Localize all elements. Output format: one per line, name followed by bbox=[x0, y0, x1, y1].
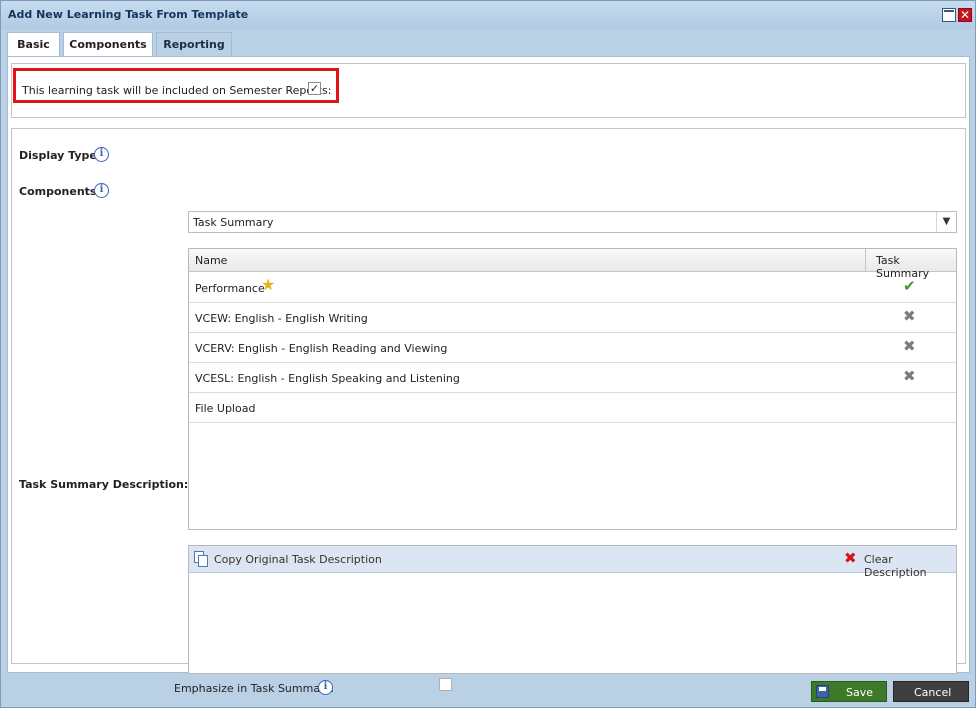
copy-icon[interactable] bbox=[194, 551, 208, 567]
info-icon[interactable]: i bbox=[318, 680, 333, 695]
row-name: VCEW: English - English Writing bbox=[195, 312, 368, 325]
task-summary-description-label: Task Summary Description: bbox=[19, 478, 189, 491]
display-type-label: Display Type: bbox=[19, 149, 102, 162]
cancel-button[interactable]: Cancel bbox=[893, 681, 969, 702]
table-row[interactable]: VCERV: English - English Reading and Vie… bbox=[189, 333, 956, 363]
dialog-window: Add New Learning Task From Template ✕ Ba… bbox=[0, 0, 976, 708]
window-title: Add New Learning Task From Template bbox=[8, 8, 249, 21]
info-icon[interactable]: i bbox=[94, 147, 109, 162]
cancel-label: Cancel bbox=[914, 686, 952, 699]
components-grid: Name Task Summary Performance ★ ✔ VCEW: … bbox=[188, 248, 957, 530]
include-checkbox[interactable]: ✓ bbox=[308, 82, 321, 95]
save-button[interactable]: Save bbox=[811, 681, 887, 702]
editor-toolbar: Copy Original Task Description ✖ Clear D… bbox=[189, 546, 956, 579]
clear-icon[interactable]: ✖ bbox=[844, 551, 857, 566]
copy-description-button[interactable]: Copy Original Task Description bbox=[214, 553, 382, 566]
settings-section: Display Type: i Task Summary ▼ Component… bbox=[11, 128, 966, 695]
description-editor[interactable]: Copy Original Task Description ✖ Clear D… bbox=[188, 545, 957, 674]
x-icon[interactable]: ✖ bbox=[903, 369, 916, 384]
save-label: Save bbox=[846, 686, 874, 699]
tab-basic[interactable]: Basic bbox=[7, 32, 60, 56]
star-icon: ★ bbox=[261, 275, 276, 294]
column-header-name[interactable]: Name bbox=[195, 254, 227, 267]
row-name: VCERV: English - English Reading and Vie… bbox=[195, 342, 448, 355]
x-icon[interactable]: ✖ bbox=[903, 339, 916, 354]
grid-header: Name Task Summary bbox=[189, 249, 956, 280]
maximize-button[interactable] bbox=[942, 8, 956, 22]
row-name: File Upload bbox=[195, 402, 256, 415]
info-icon[interactable]: i bbox=[94, 183, 109, 198]
display-type-value: Task Summary bbox=[193, 216, 274, 229]
close-button[interactable]: ✕ bbox=[958, 8, 972, 22]
chevron-down-icon[interactable]: ▼ bbox=[936, 212, 956, 232]
table-row[interactable]: VCEW: English - English Writing ✖ bbox=[189, 303, 956, 333]
emphasize-checkbox[interactable] bbox=[439, 678, 452, 691]
include-section: This learning task will be included on S… bbox=[11, 63, 966, 118]
clear-description-button[interactable]: Clear Description bbox=[864, 553, 956, 579]
column-divider bbox=[865, 249, 866, 272]
save-icon bbox=[816, 685, 829, 698]
table-row[interactable]: VCESL: English - English Speaking and Li… bbox=[189, 363, 956, 393]
row-name: VCESL: English - English Speaking and Li… bbox=[195, 372, 460, 385]
check-icon[interactable]: ✔ bbox=[903, 279, 916, 294]
tab-components[interactable]: Components bbox=[63, 32, 153, 56]
tab-reporting[interactable]: Reporting bbox=[156, 32, 232, 56]
include-label: This learning task will be included on S… bbox=[22, 84, 332, 97]
table-row[interactable]: File Upload bbox=[189, 393, 956, 423]
reporting-panel: This learning task will be included on S… bbox=[7, 56, 970, 695]
table-row[interactable]: Performance ★ ✔ bbox=[189, 273, 956, 303]
x-icon[interactable]: ✖ bbox=[903, 309, 916, 324]
title-bar[interactable]: Add New Learning Task From Template ✕ bbox=[1, 1, 975, 29]
emphasize-label: Emphasize in Task Summary: bbox=[174, 682, 335, 695]
display-type-select[interactable]: Task Summary ▼ bbox=[188, 211, 957, 233]
components-label: Components: bbox=[19, 185, 101, 198]
row-name: Performance bbox=[195, 282, 265, 295]
